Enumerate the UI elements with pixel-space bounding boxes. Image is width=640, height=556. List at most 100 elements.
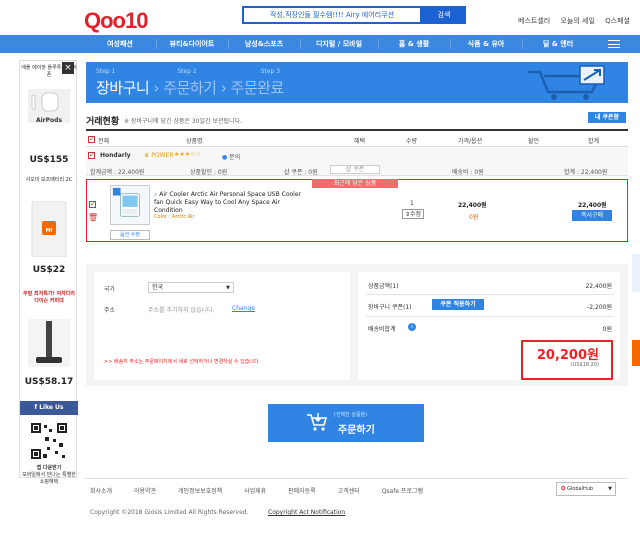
power-badge: ♛ POWER xyxy=(144,152,174,159)
my-coupons-button[interactable]: 내 쿠폰함 xyxy=(588,112,626,123)
category-nav: 여성패션 뷰티&다이어트 남성&스포츠 디지털 / 모바일 홈 & 생활 식품 … xyxy=(0,35,640,53)
cart-coupon-label: 장바구니 쿠폰(1) xyxy=(368,304,412,311)
shopping-cart-illustration-icon xyxy=(528,65,605,100)
footer-company-link[interactable]: 회사소개 xyxy=(90,488,112,495)
seller-checkbox[interactable] xyxy=(88,151,95,159)
seller-rating-stars: ★★★☆☆ xyxy=(174,151,201,158)
cart-icon xyxy=(307,413,328,431)
search-button[interactable]: 검색 xyxy=(422,6,466,24)
product-color: Color : Arctic Air xyxy=(154,214,195,220)
seller-name[interactable]: Hondarly xyxy=(100,152,131,159)
select-all-checkbox[interactable] xyxy=(88,135,95,143)
qr-code-icon[interactable] xyxy=(29,421,69,461)
today-sale-link[interactable]: 오늘의 세일 xyxy=(560,17,594,25)
edit-quantity-button[interactable]: ⇕수정 xyxy=(402,209,424,219)
cart-retention-note: ※ 장바구니에 담긴 상품은 30일간 보관됩니다. xyxy=(124,118,242,125)
nav-food-baby[interactable]: 식품 & 유아 xyxy=(450,35,522,53)
seller-subtotal: 합계금액 : 22,400원 xyxy=(90,169,145,176)
nav-men-sports[interactable]: 남성&스포츠 xyxy=(228,35,300,53)
copyright-act-link[interactable]: Copyright Act Notification xyxy=(268,509,345,516)
ad-xiaomi-text[interactable]: 샤오미 보조배터리 2C xyxy=(20,177,78,184)
apply-coupon-button[interactable]: 쿠폰 적용하기 xyxy=(432,299,484,310)
footer-partnership-link[interactable]: 사업제휴 xyxy=(244,488,266,495)
seller-coupon-amount: 샵 쿠폰 : 0원 xyxy=(284,169,318,176)
country-select[interactable]: 한국 ▼ xyxy=(148,282,234,293)
nav-deal-entertainment[interactable]: 딜 & 엔터 xyxy=(522,35,594,53)
info-icon[interactable]: i xyxy=(408,323,416,331)
seller-shipping: 배송비 : 0원 xyxy=(452,169,484,176)
col-qty: 수량 xyxy=(406,138,418,145)
col-benefit: 혜택 xyxy=(354,138,366,145)
power-label: POWER xyxy=(151,152,174,159)
product-amount-row: 상품금액(1) 22,400원 xyxy=(368,281,612,290)
divider xyxy=(366,316,614,317)
nav-women-fashion[interactable]: 여성패션 xyxy=(84,35,156,53)
facebook-like-button[interactable]: f Like Us xyxy=(20,401,78,415)
product-name-link[interactable]: ⌕ Air Cooler Arctic Air Personal Space U… xyxy=(154,191,304,215)
shipping-label: 배송비합계 xyxy=(368,326,396,333)
cart-coupon-value: -2,200원 xyxy=(587,304,612,311)
product-name-text: Air Cooler Arctic Air Personal Space USB… xyxy=(154,191,301,214)
col-product: 상품명 xyxy=(186,138,203,145)
col-discount: 할인 xyxy=(528,138,540,145)
nav-beauty[interactable]: 뷰티&다이어트 xyxy=(156,35,228,53)
change-address-link[interactable]: Change xyxy=(232,305,255,312)
footer-terms-link[interactable]: 이용약관 xyxy=(134,488,156,495)
item-checkbox[interactable] xyxy=(89,200,96,208)
close-icon[interactable]: × xyxy=(62,62,74,74)
footer-privacy-link[interactable]: 개인정보보호정책 xyxy=(178,488,222,495)
inquiry-icon: ● xyxy=(222,154,228,161)
sidebar-ads: 애플 에어팟 플루투스 이어폰 AirPods US$155 샤오미 보조배터리… xyxy=(19,60,78,485)
recently-added-tag: 최근에 담은 상품 xyxy=(312,179,398,188)
best-seller-link[interactable]: 베스트셀러 xyxy=(518,17,550,25)
seller-inquiry-link[interactable]: ● 문의 xyxy=(222,152,240,161)
address-label: 주소 xyxy=(104,307,116,314)
col-price-option: 가격/옵션 xyxy=(458,138,483,145)
ad-xiaomi-price[interactable]: US$22 xyxy=(20,265,78,275)
inquiry-label: 문의 xyxy=(229,154,241,161)
cart-coupon-row: 장바구니 쿠폰(1) -2,200원 xyxy=(368,302,612,311)
order-button-label: 주문하기 xyxy=(338,425,375,436)
qoo10-logo[interactable]: Qoo10 xyxy=(84,8,148,34)
chevron-right-icon: › xyxy=(153,79,164,97)
ad-weekend-price[interactable]: US$58.17 xyxy=(20,377,78,387)
step-2-label: Step 2 xyxy=(177,68,197,75)
edit-option-button[interactable]: 옵션 수정 xyxy=(110,230,150,240)
footer-seller-register-link[interactable]: 판매자등록 xyxy=(288,488,316,495)
cart-table-header: 전체 상품명 혜택 수량 가격/옵션 할인 합계 xyxy=(86,129,628,147)
coffee-stand-image[interactable] xyxy=(28,319,70,367)
item-discount: 0원 xyxy=(469,214,479,221)
product-image[interactable] xyxy=(110,185,150,225)
footer-qsafe-link[interactable]: Qsafe 프로그램 xyxy=(382,488,423,495)
product-amount-label: 상품금액(1) xyxy=(368,283,399,290)
country-value: 한국 xyxy=(152,284,164,291)
address-note: >> 배송지 주소는 주문페이지에서 새로 선택하거나 변경하실 수 있습니다. xyxy=(104,359,261,365)
ad-weekend-text[interactable]: 주말 최저특가! 여자다리 다이슨 커피대 xyxy=(20,291,78,305)
q-special-link[interactable]: Q스페셜 xyxy=(605,17,630,25)
footer-divider xyxy=(84,478,628,479)
buy-now-button[interactable]: 즉시구매 xyxy=(572,210,612,221)
trash-icon[interactable]: 🗑 xyxy=(88,213,98,222)
usd-total-value: (US$18.20) xyxy=(570,362,599,368)
shop-coupon-button[interactable]: 샵 쿠폰 xyxy=(330,165,380,174)
grand-total-value: 20,200원 xyxy=(536,348,599,363)
cart-section-title: 거래현황 xyxy=(86,117,120,127)
app-download-text[interactable]: 앱 다운받기 xyxy=(20,465,78,472)
seller-total: 합계 : 22,400원 xyxy=(564,169,608,176)
step-cart: 장바구니 xyxy=(96,79,150,97)
footer-links: 회사소개 이용약관 개인정보보호정책 사업제휴 판매자등록 고객센터 Qsafe… xyxy=(90,486,443,495)
footer-customer-center-link[interactable]: 고객센터 xyxy=(338,488,360,495)
xiaomi-logo: MI xyxy=(45,228,53,234)
nav-digital[interactable]: 디지털 / 모바일 xyxy=(300,35,378,53)
country-label: 국가 xyxy=(104,286,116,293)
globalhub-select[interactable]: Q GlobalHub ▼ xyxy=(556,482,616,496)
item-total: 22,400원 xyxy=(578,202,607,209)
search-input[interactable]: 작성,직장인들 필수템!!!! Airy 에어리쿠션 xyxy=(242,6,422,24)
menu-icon[interactable] xyxy=(608,40,620,48)
globalhub-label: GlobalHub xyxy=(567,486,594,492)
nav-home-living[interactable]: 홈 & 생활 xyxy=(378,35,450,53)
ad-airpods-price[interactable]: US$155 xyxy=(20,155,78,165)
col-total: 합계 xyxy=(588,138,600,145)
top-links: 베스트셀러 오늘의 세일 Q스페셜 xyxy=(510,16,630,26)
right-side-banner[interactable] xyxy=(630,254,640,394)
